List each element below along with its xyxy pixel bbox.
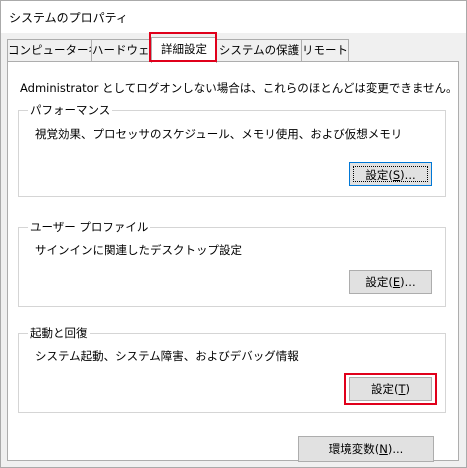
tab-remote[interactable]: リモート: [301, 39, 349, 61]
tab-system-protection[interactable]: システムの保護: [215, 39, 303, 61]
tab-computer-name[interactable]: コンピューター名: [7, 39, 93, 61]
user-profile-description: サインインに関連したデスクトップ設定: [35, 243, 242, 257]
window-title: システムのプロパティ: [9, 11, 128, 25]
user-profile-group: [18, 227, 446, 307]
user-profile-group-title: ユーザー プロファイル: [28, 219, 151, 235]
system-properties-window: システムのプロパティ コンピューター名 ハードウェア 詳細設定 システムの保護 …: [0, 0, 467, 468]
environment-variables-button[interactable]: 環境変数(N)...: [298, 436, 434, 462]
startup-recovery-description: システム起動、システム障害、およびデバッグ情報: [35, 349, 299, 363]
user-profile-settings-button[interactable]: 設定(E)...: [349, 270, 432, 294]
button-highlight-box: [344, 373, 437, 405]
title-bar: システムのプロパティ: [1, 1, 466, 33]
tab-hardware[interactable]: ハードウェア: [91, 39, 153, 61]
performance-description: 視覚効果、プロセッサのスケジュール、メモリ使用、および仮想メモリ: [35, 127, 403, 141]
performance-group-title: パフォーマンス: [28, 102, 113, 118]
admin-notice: Administrator としてログオンしない場合は、これらのほとんどは変更で…: [20, 81, 458, 95]
performance-settings-button[interactable]: 設定(S)...: [349, 162, 432, 186]
tab-highlight-box: [149, 32, 217, 62]
startup-recovery-group-title: 起動と回復: [28, 325, 90, 341]
